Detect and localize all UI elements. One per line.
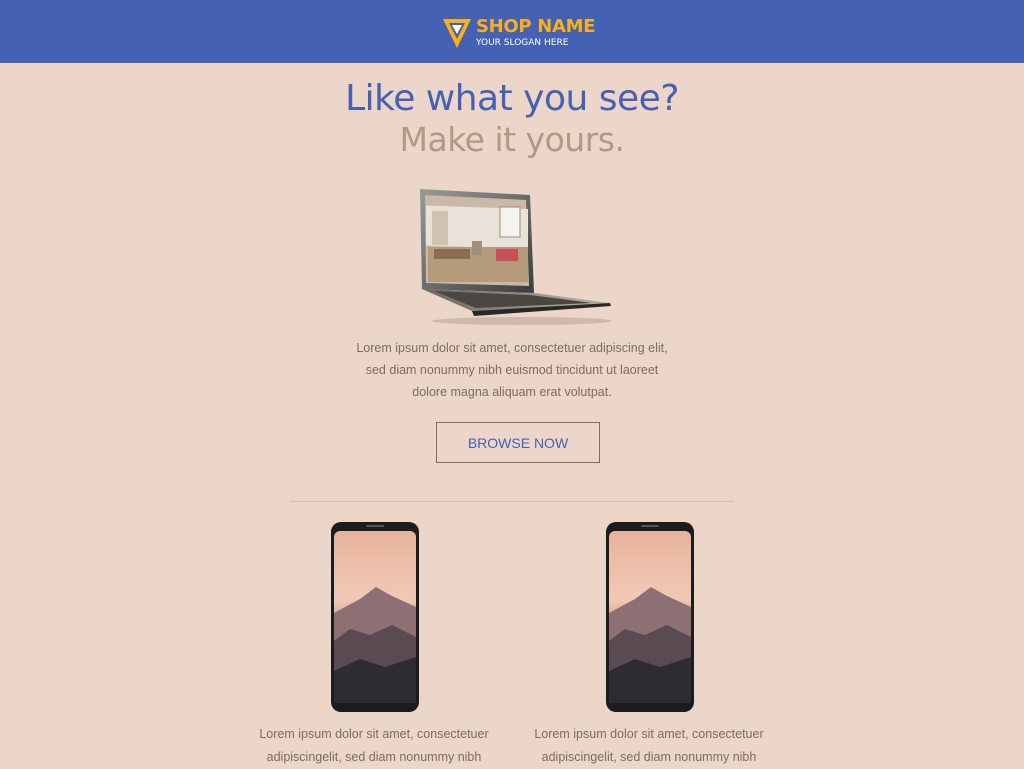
section-divider — [290, 501, 734, 502]
shop-name[interactable]: SHOP NAME — [476, 16, 596, 37]
product-card-text-2: Lorem ipsum dolor sit amet, consectetuer… — [534, 727, 764, 764]
smartphone-image-1[interactable] — [330, 521, 420, 713]
hero-subtitle: Make it yours. — [399, 120, 625, 159]
browse-now-button[interactable]: BROWSE NOW — [436, 422, 600, 463]
laptop-image — [420, 189, 612, 325]
product-card-text-1: Lorem ipsum dolor sit amet, consectetuer… — [259, 727, 489, 764]
triangle-logo-icon[interactable] — [442, 17, 472, 50]
shop-slogan: YOUR SLOGAN HERE — [476, 38, 569, 48]
hero-title: Like what you see? — [345, 78, 679, 119]
hero-body-text: Lorem ipsum dolor sit amet, consectetuer… — [356, 341, 668, 399]
header-bar: SHOP NAME YOUR SLOGAN HERE — [0, 0, 1024, 63]
smartphone-image-2[interactable] — [605, 521, 695, 713]
